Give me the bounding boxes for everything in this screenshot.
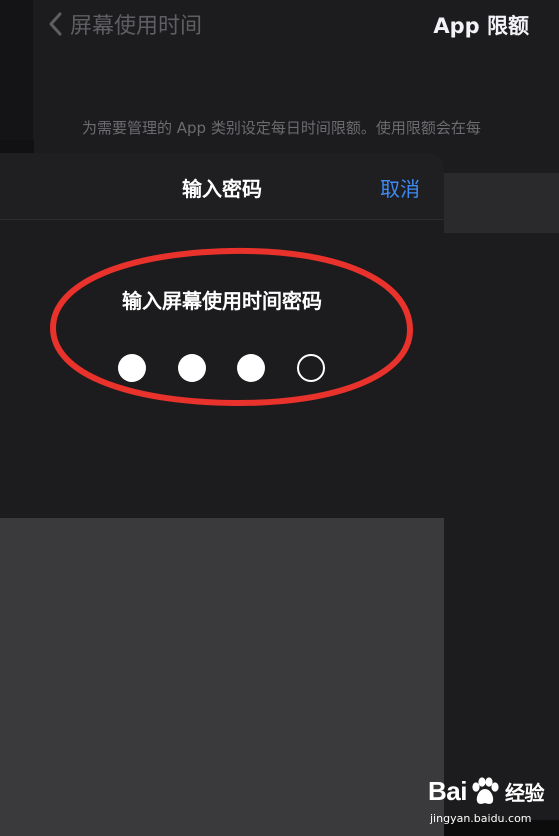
- sheet-title: 输入密码: [182, 177, 262, 201]
- page-title: App 限额: [433, 14, 529, 38]
- background-list-row: [444, 173, 559, 233]
- watermark-logo: Bai 经验: [428, 776, 544, 807]
- back-button-label: 屏幕使用时间: [70, 14, 203, 39]
- chevron-left-icon: [49, 12, 62, 36]
- watermark-brand-left: Bai: [428, 776, 467, 806]
- sheet-nav-bar: 输入密码 取消: [0, 153, 444, 220]
- page-description: 为需要管理的 App 类别设定每日时间限额。使用限额会在每: [82, 119, 481, 137]
- red-circle-annotation: [49, 247, 414, 407]
- baidu-watermark: Bai 经验 jingyan.baidu.com: [428, 770, 558, 832]
- watermark-url: jingyan.baidu.com: [430, 812, 532, 825]
- back-button[interactable]: 屏幕使用时间: [48, 8, 202, 40]
- watermark-brand-right: 经验: [504, 783, 545, 805]
- paw-icon: [472, 776, 499, 804]
- cancel-button[interactable]: 取消: [380, 173, 420, 202]
- keyboard-area[interactable]: [0, 518, 444, 836]
